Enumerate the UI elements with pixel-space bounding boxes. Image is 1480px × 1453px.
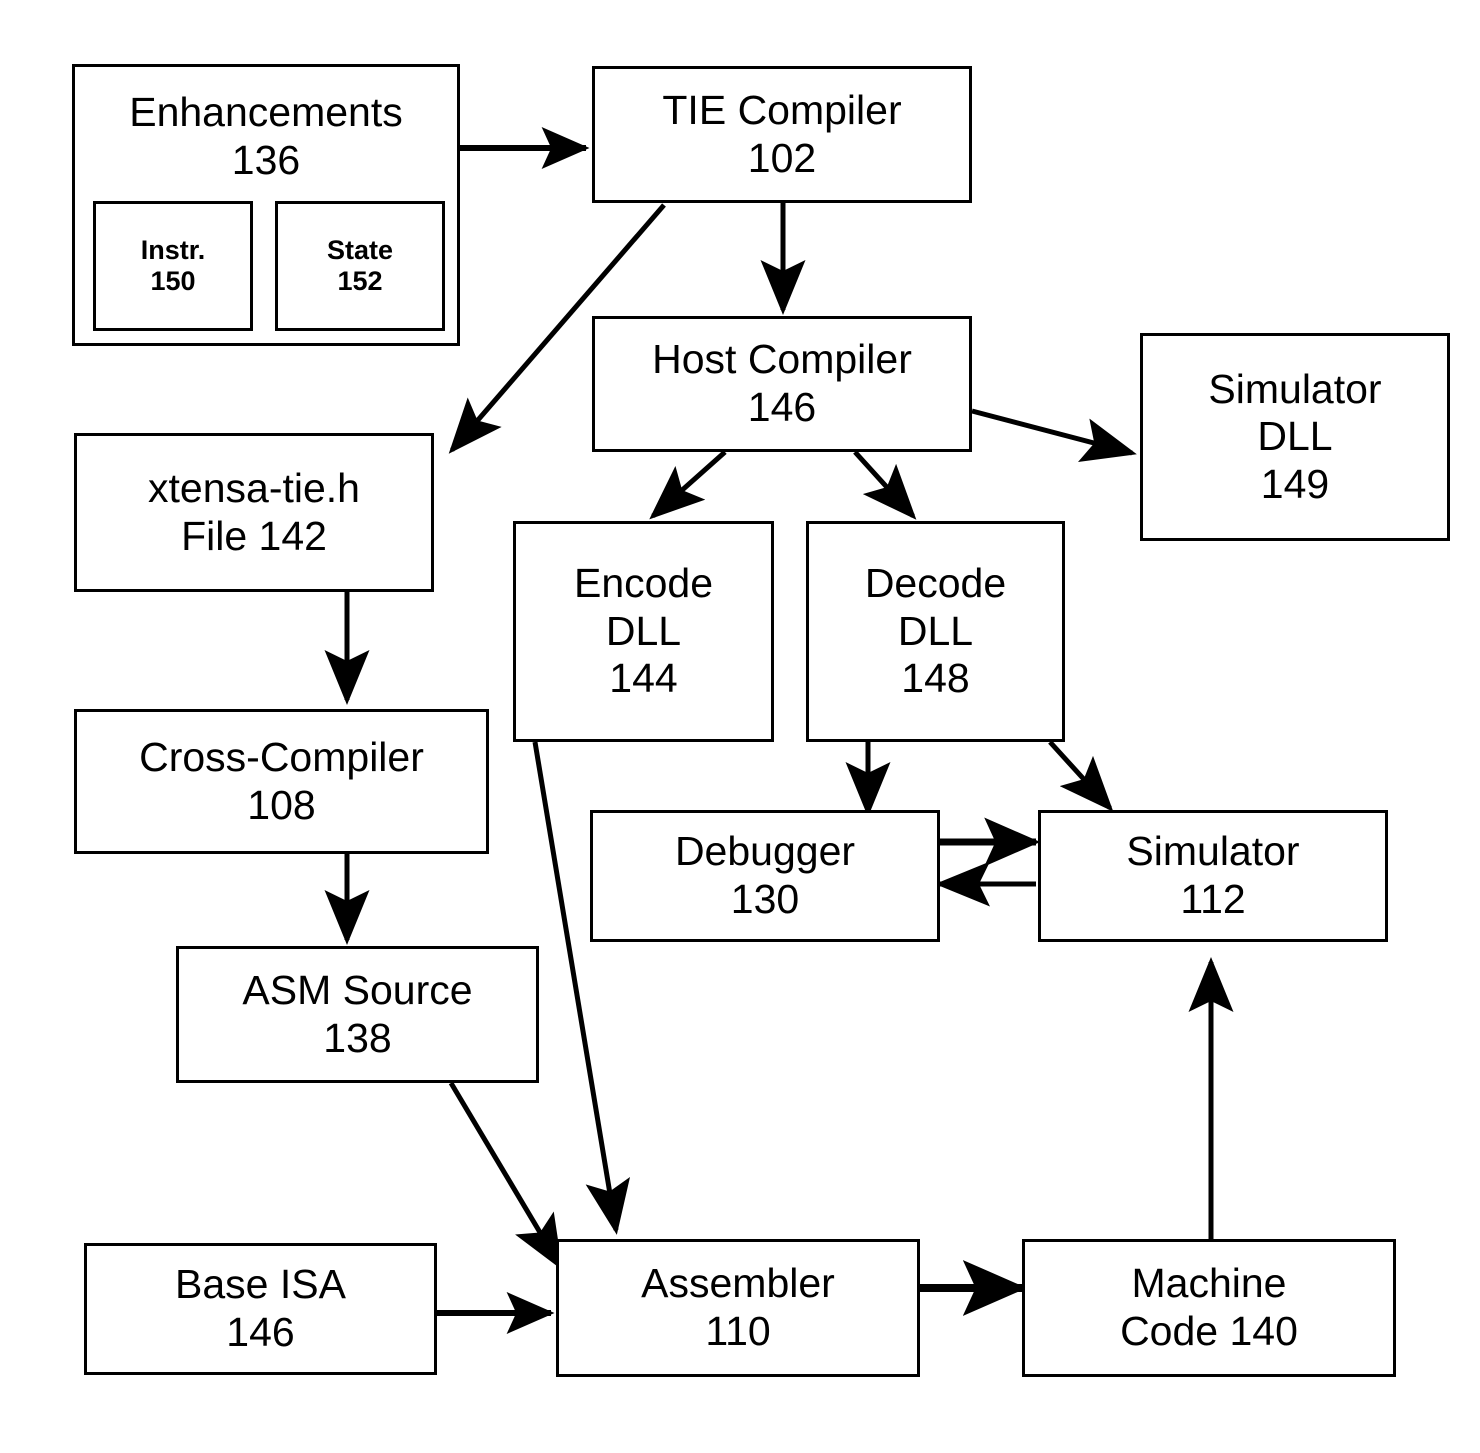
node-tie-compiler-label-0: TIE Compiler (662, 86, 902, 133)
edge-host-compiler-to-decode-dll (853, 450, 917, 520)
node-cross-compiler-label-1: 108 (247, 781, 316, 828)
node-simulator-dll-label-0: Simulator (1208, 365, 1382, 412)
node-simulator-label-1: 112 (1180, 876, 1246, 922)
node-enhancements-label-0: Enhancements (129, 89, 403, 135)
node-encode-dll-label-2: 144 (609, 655, 678, 702)
node-host-compiler[interactable]: Host Compiler 146 (592, 316, 972, 452)
node-enhancements[interactable]: Enhancements 136 Instr. 150 State 152 (72, 64, 460, 346)
block-diagram: Enhancements 136 Instr. 150 State 152 TI… (0, 0, 1480, 1453)
node-debugger-label-1: 130 (730, 876, 800, 922)
node-decode-dll-label-2: 148 (901, 655, 970, 702)
node-decode-dll-label-0: Decode (864, 560, 1007, 607)
node-state[interactable]: State 152 (275, 201, 445, 331)
node-assembler-label-1: 110 (705, 1308, 771, 1354)
edge-asm-source-to-assembler (448, 1081, 563, 1271)
node-asm-source-label-0: ASM Source (242, 966, 473, 1013)
edge-host-compiler-to-encode-dll (649, 450, 727, 520)
node-asm-source[interactable]: ASM Source 138 (176, 946, 539, 1083)
enhancements-children: Instr. 150 State 152 (93, 201, 445, 331)
node-instr-label-0: Instr. (140, 234, 206, 265)
node-state-label-1: 152 (337, 266, 383, 296)
node-decode-dll[interactable]: Decode DLL 148 (806, 521, 1065, 742)
node-enhancements-label-1: 136 (231, 136, 301, 183)
node-tie-compiler-label-1: 102 (747, 134, 817, 181)
node-xtensa-tie-h[interactable]: xtensa-tie.h File 142 (74, 433, 434, 592)
node-encode-dll-label-1: DLL (605, 607, 682, 654)
node-encode-dll[interactable]: Encode DLL 144 (513, 521, 774, 742)
node-cross-compiler-label-0: Cross-Compiler (139, 733, 424, 780)
node-tie-compiler[interactable]: TIE Compiler 102 (592, 66, 972, 203)
node-asm-source-label-1: 138 (323, 1014, 392, 1061)
node-xtensa-tie-h-label-0: xtensa-tie.h (148, 464, 360, 511)
node-assembler-label-0: Assembler (641, 1260, 835, 1307)
edge-host-compiler-to-simulator-dll (971, 408, 1137, 463)
node-debugger[interactable]: Debugger 130 (590, 810, 940, 942)
node-decode-dll-label-1: DLL (897, 607, 974, 654)
node-cross-compiler[interactable]: Cross-Compiler 108 (74, 709, 489, 854)
node-simulator-dll[interactable]: Simulator DLL 149 (1140, 333, 1450, 541)
node-simulator[interactable]: Simulator 112 (1038, 810, 1388, 942)
node-instr-label-1: 150 (150, 266, 196, 296)
node-base-isa[interactable]: Base ISA 146 (84, 1243, 437, 1375)
node-state-label-0: State (326, 234, 394, 265)
node-machine-code-label-1: Code 140 (1120, 1308, 1298, 1354)
node-simulator-label-0: Simulator (1126, 828, 1300, 875)
node-instr[interactable]: Instr. 150 (93, 201, 253, 331)
node-machine-code-label-0: Machine (1131, 1260, 1287, 1307)
node-debugger-label-0: Debugger (674, 828, 856, 875)
node-encode-dll-label-0: Encode (573, 560, 714, 607)
node-base-isa-label-1: 146 (226, 1309, 295, 1355)
node-base-isa-label-0: Base ISA (175, 1261, 346, 1308)
node-host-compiler-label-1: 146 (747, 384, 817, 430)
node-xtensa-tie-h-label-1: File 142 (181, 512, 327, 559)
edge-decode-dll-to-simulator (1048, 740, 1114, 812)
node-simulator-dll-label-1: DLL (1257, 413, 1333, 460)
node-assembler[interactable]: Assembler 110 (556, 1239, 920, 1377)
node-host-compiler-label-0: Host Compiler (652, 336, 912, 383)
node-machine-code[interactable]: Machine Code 140 (1022, 1239, 1396, 1377)
node-simulator-dll-label-2: 149 (1260, 460, 1330, 507)
